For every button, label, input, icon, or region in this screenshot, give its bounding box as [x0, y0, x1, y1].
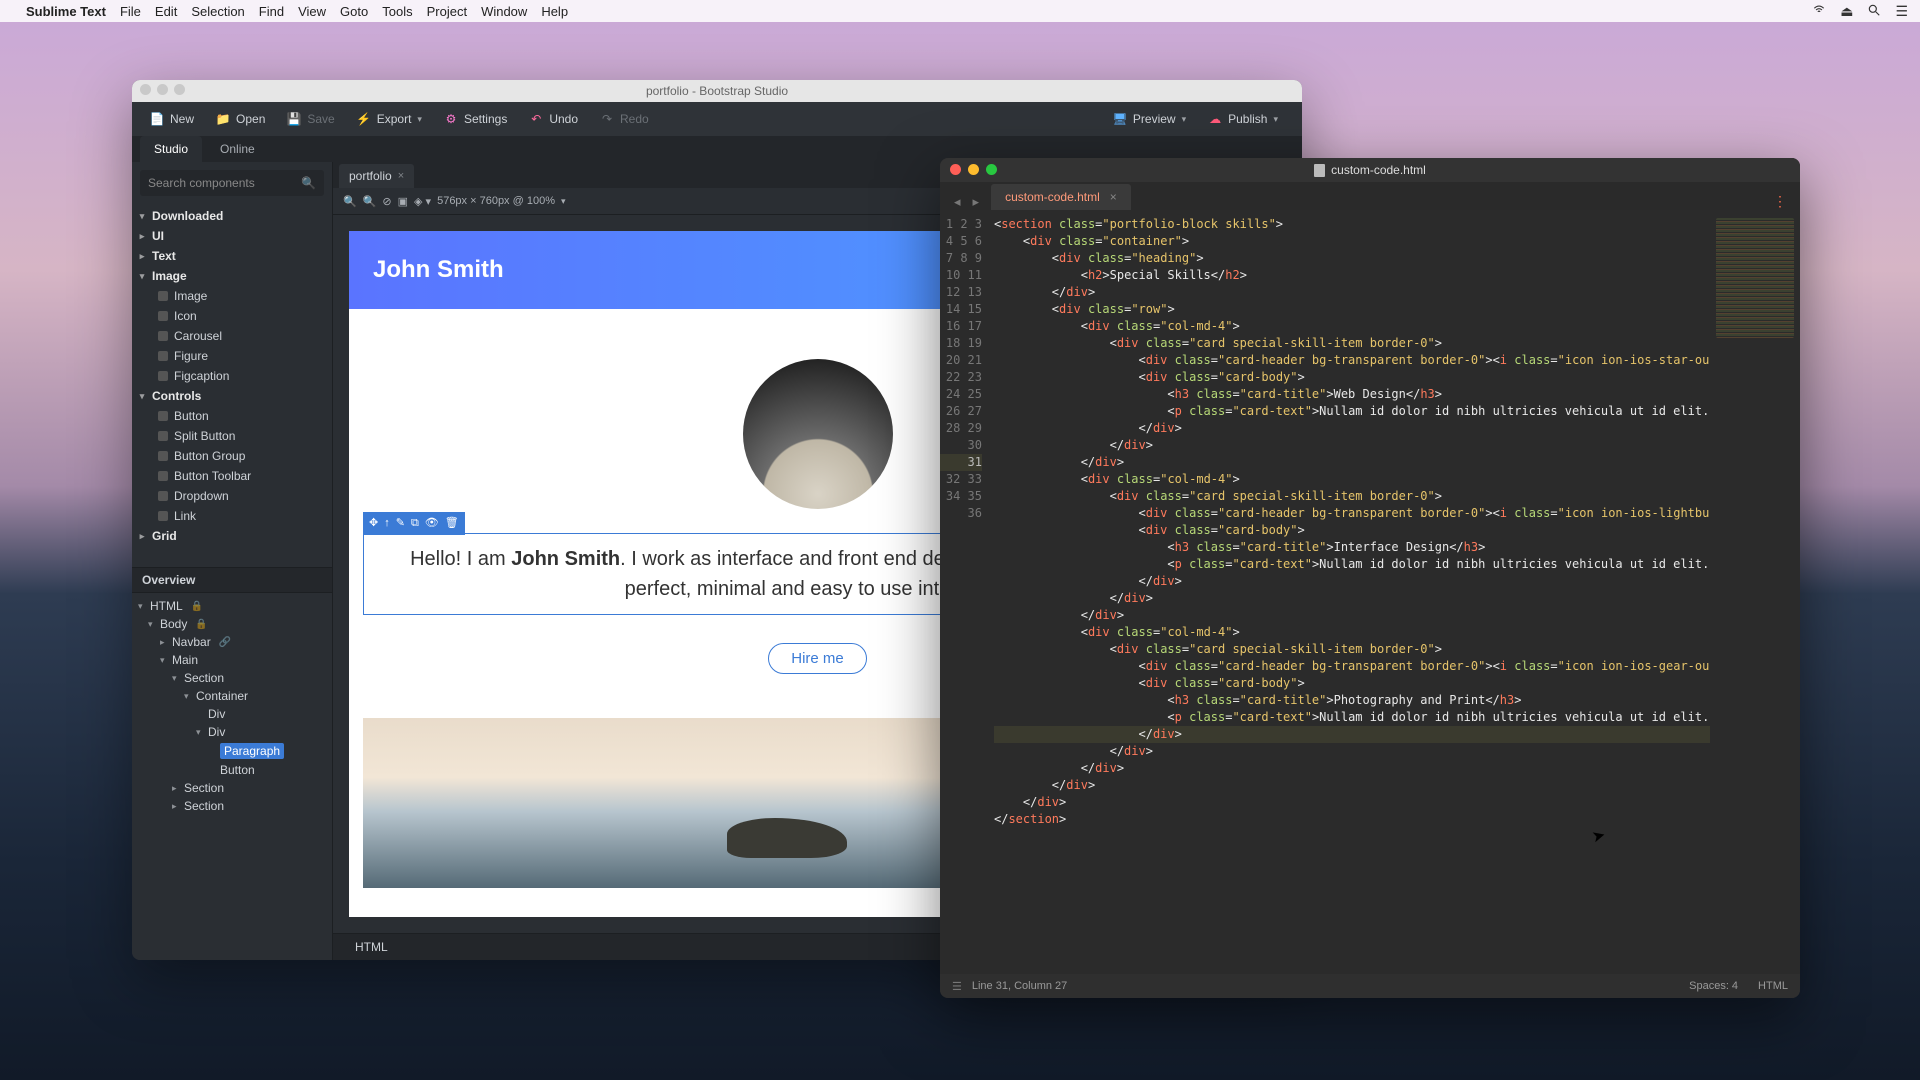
sublime-text-window: custom-code.html ◂ ▸ custom-code.html× ⋮… [940, 158, 1800, 998]
status-spaces[interactable]: Spaces: 4 [1689, 980, 1738, 992]
canvas-dimensions[interactable]: 576px × 760px @ 100% [437, 195, 555, 207]
save-button[interactable]: 💾Save [279, 108, 342, 130]
folder-icon: 📁 [216, 112, 230, 126]
menu-goto[interactable]: Goto [340, 4, 368, 19]
hide-icon[interactable]: 👁 [425, 515, 439, 532]
undo-icon: ↶ [529, 112, 543, 126]
new-button[interactable]: 📄New [142, 108, 202, 130]
edit-icon[interactable]: ✎ [396, 515, 405, 532]
menu-view[interactable]: View [298, 4, 326, 19]
close-icon[interactable]: × [398, 170, 404, 182]
selection-toolbar[interactable]: ✥ ↑ ✎ ⧉ 👁 🗑 [363, 512, 465, 535]
footer-html-tab[interactable]: HTML [347, 936, 396, 958]
bs-left-panel: Search components 🔍 ▾Downloaded ▸UI ▸Tex… [132, 162, 333, 960]
online-tab[interactable]: Online [206, 136, 269, 162]
file-icon: 📄 [150, 112, 164, 126]
studio-tab[interactable]: Studio [140, 136, 202, 162]
menu-tools[interactable]: Tools [382, 4, 412, 19]
redo-button[interactable]: ↷Redo [592, 108, 657, 130]
st-window-title: custom-code.html [1331, 163, 1426, 177]
menu-help[interactable]: Help [541, 4, 568, 19]
component-tree[interactable]: ▾Downloaded ▸UI ▸Text ▾Image Image Icon … [132, 204, 332, 567]
line-gutter[interactable]: 1 2 3 4 5 6 7 8 9 10 11 12 13 14 15 16 1… [940, 210, 990, 974]
menu-selection[interactable]: Selection [191, 4, 244, 19]
status-syntax[interactable]: HTML [1758, 980, 1788, 992]
menu-file[interactable]: File [120, 4, 141, 19]
save-icon: 💾 [287, 112, 301, 126]
hire-button[interactable]: Hire me [768, 643, 867, 674]
overview-tree[interactable]: ▾HTML🔒 ▾Body🔒 ▸Navbar🔗 ▾Main ▾Section ▾C… [132, 593, 332, 960]
chevron-down-icon: ▾ [417, 114, 422, 125]
link-icon: 🔗 [219, 637, 231, 648]
open-button[interactable]: 📁Open [208, 108, 273, 130]
lock-icon: 🔒 [191, 601, 203, 612]
settings-button[interactable]: ⚙Settings [436, 108, 515, 130]
status-hamburger-icon[interactable]: ☰ [952, 980, 962, 993]
delete-icon[interactable]: 🗑 [445, 515, 459, 532]
menu-window[interactable]: Window [481, 4, 527, 19]
overview-selected: Paragraph [132, 741, 332, 761]
layers-icon[interactable]: ◈ ▾ [414, 195, 431, 208]
wifi-icon[interactable] [1812, 3, 1826, 20]
menu-edit[interactable]: Edit [155, 4, 177, 19]
bs-toolbar: 📄New 📁Open 💾Save ⚡Export▾ ⚙Settings ↶Und… [132, 102, 1302, 136]
tab-next-icon[interactable]: ▸ [967, 194, 986, 210]
lock-icon: 🔒 [195, 619, 207, 630]
tab-menu-icon[interactable]: ⋮ [1773, 193, 1788, 210]
menubar-app-name[interactable]: Sublime Text [26, 4, 106, 19]
export-icon: ⚡ [357, 112, 371, 126]
preview-button[interactable]: 🖥Preview▾ [1105, 108, 1194, 130]
box-icon[interactable]: ▣ [398, 195, 408, 208]
control-center-icon[interactable]: ☰ [1895, 3, 1908, 20]
no-icon[interactable]: ⊘ [382, 195, 391, 208]
site-name: John Smith [373, 256, 504, 284]
search-icon: 🔍 [301, 176, 316, 190]
bs-titlebar[interactable]: portfolio - Bootstrap Studio [132, 80, 1302, 102]
st-traffic-lights[interactable] [950, 164, 997, 175]
overview-header: Overview [132, 567, 332, 593]
zoom-out-icon[interactable]: 🔍 [343, 195, 357, 208]
cloud-icon: ☁ [1208, 112, 1222, 126]
minimap[interactable] [1710, 210, 1800, 974]
code-editor[interactable]: <section class="portfolio-block skills">… [990, 210, 1710, 974]
status-bar: ☰ Line 31, Column 27 Spaces: 4 HTML [940, 974, 1800, 998]
menu-find[interactable]: Find [259, 4, 284, 19]
undo-button[interactable]: ↶Undo [521, 108, 586, 130]
move-icon[interactable]: ✥ [369, 515, 378, 532]
redo-icon: ↷ [600, 112, 614, 126]
close-icon[interactable]: × [1110, 190, 1117, 204]
preview-icon: 🖥 [1113, 112, 1127, 126]
status-position[interactable]: Line 31, Column 27 [972, 980, 1067, 992]
mac-menubar: Sublime Text File Edit Selection Find Vi… [0, 0, 1920, 22]
bs-window-title: portfolio - Bootstrap Studio [646, 84, 788, 98]
gear-icon: ⚙ [444, 112, 458, 126]
document-icon [1314, 164, 1325, 177]
avatar-image[interactable] [743, 359, 893, 509]
spotlight-icon[interactable] [1867, 3, 1881, 20]
st-file-tab[interactable]: custom-code.html× [991, 184, 1131, 210]
bs-traffic-lights[interactable] [140, 84, 185, 95]
doc-tab-portfolio[interactable]: portfolio× [339, 164, 414, 188]
eject-icon[interactable]: ⏏ [1840, 3, 1853, 20]
search-components-input[interactable]: Search components 🔍 [140, 170, 324, 196]
tab-prev-icon[interactable]: ◂ [948, 194, 967, 210]
menu-project[interactable]: Project [427, 4, 467, 19]
publish-button[interactable]: ☁Publish▾ [1200, 108, 1286, 130]
export-button[interactable]: ⚡Export▾ [349, 108, 430, 130]
st-titlebar[interactable]: custom-code.html [940, 158, 1800, 182]
st-tab-bar: ◂ ▸ custom-code.html× ⋮ [940, 182, 1800, 210]
copy-icon[interactable]: ⧉ [411, 515, 419, 532]
zoom-in-icon[interactable]: 🔍 [363, 195, 377, 208]
up-icon[interactable]: ↑ [384, 515, 390, 532]
